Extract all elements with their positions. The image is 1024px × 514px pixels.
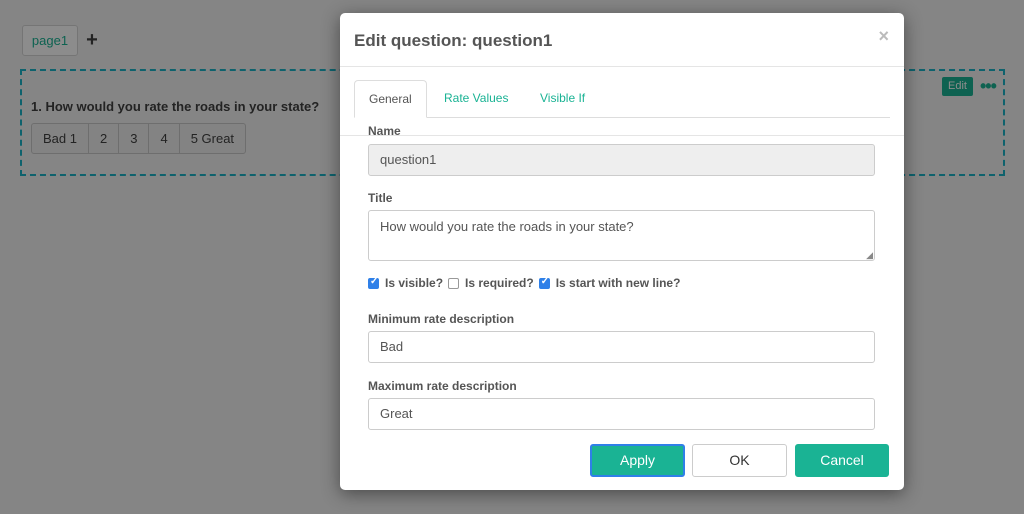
max-rate-label: Maximum rate description bbox=[368, 379, 517, 393]
checkbox-row: Is visible? Is required? Is start with n… bbox=[368, 276, 685, 290]
apply-button[interactable]: Apply bbox=[590, 444, 685, 477]
tab-visible-if[interactable]: Visible If bbox=[526, 80, 599, 118]
min-rate-field[interactable]: Bad bbox=[368, 331, 875, 363]
tab-general[interactable]: General bbox=[354, 80, 427, 118]
resize-handle-icon[interactable]: ◢ bbox=[866, 251, 873, 260]
min-rate-label: Minimum rate description bbox=[368, 312, 515, 326]
name-label: Name bbox=[368, 124, 401, 138]
is-visible-checkbox[interactable] bbox=[368, 276, 379, 289]
modal-title: Edit question: question1 bbox=[354, 31, 553, 50]
is-required-label: Is required? bbox=[465, 276, 534, 290]
edit-question-dialog: Edit question: question1 × General Rate … bbox=[340, 13, 904, 490]
title-label: Title bbox=[368, 191, 393, 205]
is-required-checkbox[interactable] bbox=[448, 277, 460, 289]
title-textarea[interactable]: How would you rate the roads in your sta… bbox=[368, 210, 875, 261]
tab-bar: General Rate Values Visible If bbox=[354, 80, 890, 118]
max-rate-field[interactable]: Great bbox=[368, 398, 875, 430]
title-value: How would you rate the roads in your sta… bbox=[380, 219, 634, 234]
start-new-line-checkbox[interactable] bbox=[538, 276, 550, 289]
ok-button[interactable]: OK bbox=[692, 444, 787, 477]
tab-rate-values[interactable]: Rate Values bbox=[430, 80, 522, 118]
name-field[interactable]: question1 bbox=[368, 144, 875, 176]
divider bbox=[340, 135, 904, 136]
cancel-button[interactable]: Cancel bbox=[795, 444, 889, 477]
modal-header: Edit question: question1 × bbox=[340, 13, 904, 67]
is-visible-label: Is visible? bbox=[385, 276, 444, 290]
start-new-line-label: Is start with new line? bbox=[555, 276, 681, 290]
close-icon[interactable]: × bbox=[878, 26, 889, 47]
